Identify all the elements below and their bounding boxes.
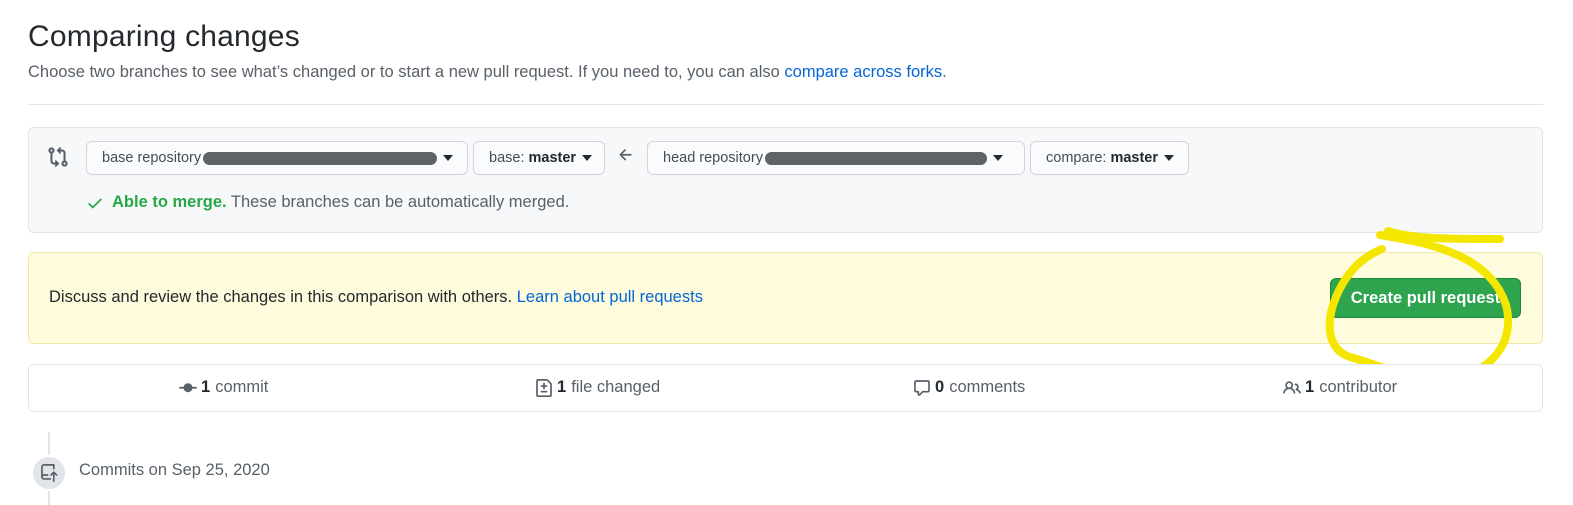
caret-down-icon — [582, 155, 593, 161]
comments-count: 0 — [935, 378, 945, 396]
stat-commits[interactable]: 1 commit — [179, 378, 268, 397]
compare-branch-value: master — [1110, 150, 1159, 166]
range-editor: base repository base: master head reposit… — [28, 127, 1543, 233]
compare-branch-select[interactable]: compare: master — [1030, 141, 1189, 175]
stat-contributors[interactable]: 1 contributor — [1283, 378, 1397, 397]
comments-label: comments — [949, 378, 1026, 396]
repo-push-icon — [41, 464, 58, 482]
caret-down-icon — [1164, 155, 1175, 161]
contributors-label: contributor — [1319, 378, 1398, 396]
head-repository-select[interactable]: head repository — [647, 141, 1025, 175]
base-branch-select[interactable]: base: master — [473, 141, 605, 175]
files-label: file changed — [571, 378, 661, 396]
redacted-repo-name — [203, 151, 437, 165]
commits-date-heading: Commits on Sep 25, 2020 — [79, 461, 270, 479]
git-compare-icon — [48, 146, 68, 168]
stat-comments[interactable]: 0 comments — [913, 378, 1025, 397]
merge-ok-text: Able to merge. — [112, 193, 227, 211]
git-commit-icon — [179, 382, 197, 392]
base-branch-value: master — [528, 150, 577, 166]
caret-down-icon — [992, 155, 1003, 161]
commits-count: 1 — [201, 378, 211, 396]
arrow-left-icon — [619, 149, 632, 161]
merge-status: Able to merge. These branches can be aut… — [86, 193, 569, 212]
stat-files[interactable]: 1 file changed — [535, 378, 660, 397]
comment-icon — [914, 379, 930, 396]
commits-label: commit — [215, 378, 269, 396]
base-repository-label: base repository — [102, 150, 202, 166]
file-diff-icon — [536, 378, 552, 397]
base-repository-select[interactable]: base repository — [86, 141, 468, 175]
divider — [28, 104, 1543, 105]
comparison-stats: 1 commit 1 file changed 0 comments 1 contrib… — [28, 364, 1543, 412]
banner-message: Discuss and review the changes in this c… — [49, 288, 703, 307]
redacted-repo-name — [764, 151, 987, 165]
base-branch-label: base: — [489, 150, 525, 166]
banner-text: Discuss and review the changes in this c… — [49, 288, 517, 306]
subtitle-text: Choose two branches to see what’s change… — [28, 63, 785, 81]
compare-across-forks-link[interactable]: compare across forks — [784, 63, 942, 81]
caret-down-icon — [443, 155, 453, 161]
create-pr-banner: Discuss and review the changes in this c… — [28, 252, 1543, 344]
page-title: Comparing changes — [28, 20, 300, 53]
page-subtitle: Choose two branches to see what’s change… — [28, 63, 947, 82]
subtitle-end: . — [942, 63, 947, 81]
commits-timeline-badge — [31, 455, 67, 491]
check-icon — [88, 198, 102, 208]
learn-pull-requests-link[interactable]: Learn about pull requests — [517, 288, 703, 306]
people-icon — [1283, 380, 1301, 394]
head-repository-label: head repository — [663, 150, 763, 166]
files-count: 1 — [557, 378, 567, 396]
create-pull-request-button[interactable]: Create pull request — [1330, 278, 1521, 318]
compare-branch-label: compare: — [1046, 150, 1107, 166]
contributors-count: 1 — [1305, 378, 1315, 396]
merge-detail-text: These branches can be automatically merg… — [226, 193, 570, 211]
